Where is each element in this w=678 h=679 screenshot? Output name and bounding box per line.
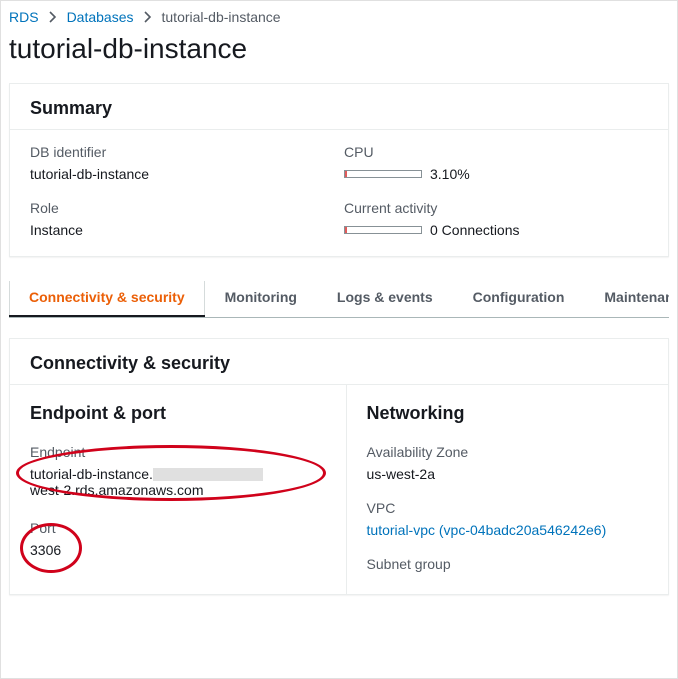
tab-monitoring[interactable]: Monitoring — [205, 277, 317, 317]
cpu-bar — [344, 170, 422, 178]
endpoint-port-heading: Endpoint & port — [30, 403, 326, 424]
vpc-link[interactable]: tutorial-vpc (vpc-04badc20a546242e6) — [367, 522, 607, 538]
breadcrumb-link-databases[interactable]: Databases — [67, 9, 134, 25]
port-value: 3306 — [30, 542, 326, 558]
tab-connectivity-security[interactable]: Connectivity & security — [9, 277, 205, 317]
connectivity-header: Connectivity & security — [10, 339, 668, 385]
breadcrumb-link-rds[interactable]: RDS — [9, 9, 39, 25]
cpu-value: 3.10% — [430, 166, 470, 182]
endpoint-value: tutorial-db-instance. west-2.rds.amazona… — [30, 466, 326, 498]
activity-value: 0 Connections — [430, 222, 520, 238]
networking-heading: Networking — [367, 403, 648, 424]
tab-logs-events[interactable]: Logs & events — [317, 277, 453, 317]
vpc-label: VPC — [367, 500, 648, 516]
role-label: Role — [30, 200, 334, 216]
az-label: Availability Zone — [367, 444, 648, 460]
page-title: tutorial-db-instance — [9, 33, 669, 65]
endpoint-line2: west-2.rds.amazonaws.com — [30, 482, 204, 498]
cpu-value-row: 3.10% — [344, 166, 648, 182]
tab-configuration[interactable]: Configuration — [453, 277, 585, 317]
summary-heading: Summary — [30, 98, 648, 119]
port-label: Port — [30, 520, 326, 536]
tab-maintenance[interactable]: Maintenan — [584, 277, 669, 317]
activity-value-row: 0 Connections — [344, 222, 648, 238]
activity-bar-fill — [345, 227, 347, 233]
connectivity-heading: Connectivity & security — [30, 353, 648, 374]
cpu-label: CPU — [344, 144, 648, 160]
tabs: Connectivity & security Monitoring Logs … — [9, 277, 669, 318]
cpu-bar-fill — [345, 171, 347, 177]
summary-header: Summary — [10, 84, 668, 130]
connectivity-panel: Connectivity & security Endpoint & port … — [9, 338, 669, 595]
activity-label: Current activity — [344, 200, 648, 216]
endpoint-redacted — [153, 468, 263, 481]
breadcrumb-current: tutorial-db-instance — [162, 9, 281, 25]
endpoint-line1: tutorial-db-instance. — [30, 466, 153, 482]
subnet-group-label: Subnet group — [367, 556, 648, 572]
db-identifier-label: DB identifier — [30, 144, 334, 160]
summary-panel: Summary DB identifier tutorial-db-instan… — [9, 83, 669, 257]
chevron-right-icon — [49, 11, 57, 23]
activity-bar — [344, 226, 422, 234]
az-value: us-west-2a — [367, 466, 648, 482]
breadcrumb: RDS Databases tutorial-db-instance — [1, 1, 677, 29]
db-identifier-value: tutorial-db-instance — [30, 166, 334, 182]
role-value: Instance — [30, 222, 334, 238]
chevron-right-icon — [144, 11, 152, 23]
endpoint-label: Endpoint — [30, 444, 326, 460]
